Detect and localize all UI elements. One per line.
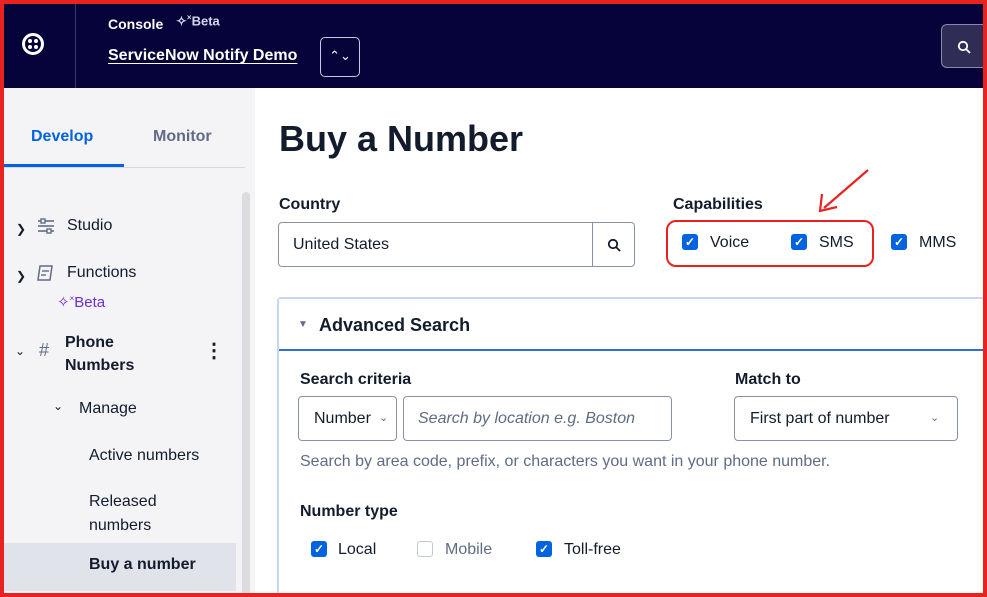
- toll-free-label: Toll-free: [564, 541, 621, 558]
- tab-develop[interactable]: Develop: [31, 128, 93, 146]
- advanced-search-toggle[interactable]: ▼ Advanced Search: [279, 299, 987, 351]
- chevron-right-icon[interactable]: ❯: [16, 222, 26, 236]
- search-criteria-label: Search criteria: [300, 371, 412, 388]
- sidebar-item-phone-numbers[interactable]: Phone Numbers: [65, 331, 134, 377]
- account-name-link[interactable]: ServiceNow Notify Demo: [108, 47, 297, 65]
- local-label: Local: [338, 541, 377, 558]
- top-bar: Console ✧×Beta ServiceNow Notify Demo ⌃⌄: [0, 0, 987, 88]
- sidebar-item-studio[interactable]: Studio: [67, 217, 112, 235]
- chevron-down-icon[interactable]: ⌄: [53, 399, 63, 413]
- sparkle-icon: ✧: [57, 294, 70, 311]
- sidebar-item-label: Released: [89, 493, 157, 510]
- hash-icon: #: [39, 340, 50, 360]
- country-input[interactable]: United States: [278, 222, 635, 267]
- more-options-icon[interactable]: ⋮: [204, 338, 224, 363]
- advanced-search-title: Advanced Search: [319, 315, 471, 335]
- search-criteria-select[interactable]: Number ⌄: [298, 396, 397, 441]
- sidebar-item-buy-a-number[interactable]: Buy a number: [89, 556, 196, 574]
- country-search-button[interactable]: [592, 223, 634, 266]
- studio-icon: [38, 218, 54, 234]
- global-search-button[interactable]: [941, 24, 987, 68]
- local-checkbox[interactable]: ✓: [311, 541, 327, 557]
- annotation-arrow-icon: [818, 169, 869, 213]
- chevron-down-icon[interactable]: ⌄: [15, 344, 25, 358]
- sidebar: Develop Monitor ❯ Studio ❯ Functions ✧×B…: [0, 88, 255, 597]
- mobile-checkbox[interactable]: [417, 541, 433, 557]
- country-label: Country: [279, 196, 341, 213]
- functions-beta-badge: ✧×Beta: [57, 294, 106, 311]
- match-to-select[interactable]: First part of number ⌄: [734, 396, 958, 441]
- mms-checkbox[interactable]: ✓: [891, 234, 907, 250]
- location-search-input[interactable]: Search by location e.g. Boston: [403, 396, 672, 441]
- account-switcher-button[interactable]: ⌃⌄: [320, 37, 360, 77]
- sidebar-item-released-numbers[interactable]: Released numbers: [89, 490, 157, 538]
- country-value: United States: [293, 236, 390, 253]
- mobile-label: Mobile: [445, 541, 493, 558]
- page-title: Buy a Number: [279, 118, 524, 159]
- caret-down-icon: ▼: [298, 319, 308, 330]
- sidebar-item-manage[interactable]: Manage: [79, 400, 137, 418]
- logo-cell[interactable]: [0, 0, 76, 88]
- sidebar-item-functions[interactable]: Functions: [67, 264, 136, 282]
- sidebar-scrollbar[interactable]: [242, 192, 250, 597]
- location-search-placeholder: Search by location e.g. Boston: [418, 410, 636, 427]
- chevron-up-down-icon: ⌃⌄: [329, 48, 351, 63]
- sidebar-item-label: numbers: [89, 517, 152, 534]
- search-icon: [607, 239, 621, 252]
- twilio-logo-icon[interactable]: [22, 33, 44, 55]
- sidebar-tabs: Develop Monitor: [4, 88, 245, 168]
- sidebar-item-label: Phone: [65, 334, 114, 351]
- chevron-right-icon[interactable]: ❯: [16, 269, 26, 283]
- toll-free-checkbox[interactable]: ✓: [536, 541, 552, 557]
- sidebar-item-label: Numbers: [65, 357, 135, 374]
- functions-icon: [37, 265, 53, 281]
- match-to-value: First part of number: [750, 410, 890, 427]
- active-tab-indicator: [4, 164, 124, 167]
- annotation-highlight-box: [666, 220, 874, 267]
- beta-badge: ✧×Beta: [176, 13, 220, 29]
- search-criteria-value: Number: [314, 410, 371, 427]
- match-to-label: Match to: [735, 371, 801, 388]
- number-type-label: Number type: [300, 503, 398, 520]
- sparkle-icon: ✧: [176, 13, 187, 29]
- advanced-search-panel: ▼ Advanced Search: [277, 297, 987, 597]
- mms-label: MMS: [919, 234, 957, 251]
- chevron-down-icon: ⌄: [930, 412, 940, 424]
- capabilities-label: Capabilities: [673, 196, 763, 213]
- search-help-text: Search by area code, prefix, or characte…: [300, 453, 831, 470]
- main-content: Buy a Number Country United States Capab…: [255, 88, 987, 597]
- sidebar-item-active-numbers[interactable]: Active numbers: [89, 447, 199, 465]
- search-icon: [957, 41, 971, 54]
- console-label: Console: [108, 16, 164, 32]
- tab-monitor[interactable]: Monitor: [153, 128, 212, 146]
- chevron-down-icon: ⌄: [379, 412, 389, 424]
